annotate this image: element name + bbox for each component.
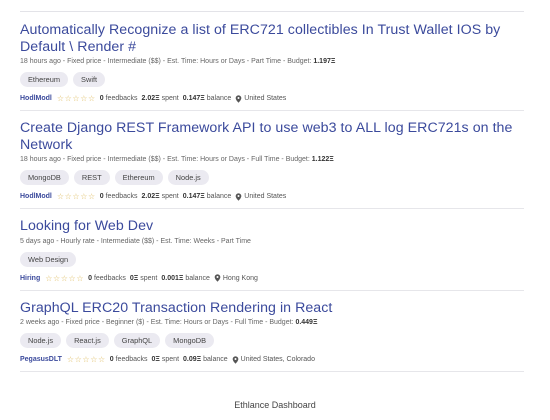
location-pin-icon: [235, 192, 242, 201]
job-meta-text: 18 hours ago - Fixed price - Intermediat…: [20, 156, 310, 163]
feedbacks-value: 0: [99, 95, 104, 102]
balance-value: 0.001Ξ: [161, 274, 184, 282]
feedbacks-value: 0: [88, 274, 92, 282]
balance-label: balance: [206, 193, 232, 200]
balance-amount: 0.147Ξ balance: [183, 192, 232, 201]
client-name-link[interactable]: HodlModl: [20, 94, 52, 103]
balance-label: balance: [185, 274, 210, 282]
job-card: Looking for Web Dev 5 days ago - Hourly …: [20, 218, 524, 291]
client-info: HodlModl ☆☆☆☆☆ 0 feedbacks 2.02Ξ spent 0…: [20, 94, 524, 103]
job-budget: 1.122Ξ: [311, 156, 334, 163]
spent-amount: 2.02Ξ spent: [142, 94, 179, 103]
job-list: Automatically Recognize a list of ERC721…: [20, 22, 524, 381]
job-meta-text: 2 weeks ago - Fixed price - Beginner ($)…: [20, 319, 294, 326]
client-info: Hiring ☆☆☆☆☆ 0 feedbacks 0Ξ spent 0.001Ξ…: [20, 274, 524, 283]
job-meta-text: 5 days ago - Hourly rate - Intermediate …: [20, 237, 251, 245]
feedbacks-value: 0: [99, 193, 104, 200]
balance-value: 0.147Ξ: [182, 193, 205, 200]
job-budget: 0.449Ξ: [295, 319, 318, 326]
skill-tag[interactable]: Swift: [73, 72, 106, 87]
feedbacks-count: 0 feedbacks: [100, 192, 138, 201]
balance-value: 0.147Ξ: [182, 95, 205, 102]
location-pin-icon: [235, 94, 242, 103]
star-rating-icon: ☆☆☆☆☆: [66, 355, 106, 364]
client-name-link[interactable]: PegasusDLT: [20, 355, 62, 364]
job-title-link[interactable]: Automatically Recognize a list of ERC721…: [20, 22, 524, 55]
job-meta: 18 hours ago - Fixed price - Intermediat…: [20, 155, 524, 164]
client-location: Hong Kong: [222, 274, 258, 282]
spent-label: spent: [140, 274, 158, 282]
client-name-link[interactable]: Hiring: [20, 274, 40, 283]
balance-label: balance: [203, 356, 228, 363]
star-rating-icon: ☆☆☆☆☆: [56, 192, 96, 201]
feedbacks-value: 0: [109, 356, 114, 363]
spent-value: 0Ξ: [129, 274, 139, 282]
job-meta: 5 days ago - Hourly rate - Intermediate …: [20, 237, 524, 246]
feedbacks-label: feedbacks: [105, 95, 138, 102]
balance-value: 0.09Ξ: [183, 356, 202, 363]
feedbacks-label: feedbacks: [105, 193, 138, 200]
job-meta-text: 18 hours ago - Fixed price - Intermediat…: [20, 58, 312, 65]
job-meta: 18 hours ago - Fixed price - Intermediat…: [20, 57, 524, 66]
job-title-link[interactable]: Create Django REST Framework API to use …: [20, 120, 524, 153]
feedbacks-label: feedbacks: [115, 356, 148, 363]
skill-tag[interactable]: MongoDB: [20, 170, 69, 185]
skill-tags: Web Design: [20, 251, 524, 267]
spent-value: 2.02Ξ: [141, 95, 160, 102]
client-location: United States: [244, 193, 287, 200]
feedbacks-count: 0 feedbacks: [110, 355, 148, 364]
skill-tag[interactable]: Web Design: [20, 251, 77, 267]
skill-tag[interactable]: MongoDB: [165, 333, 215, 348]
balance-label: balance: [206, 95, 232, 102]
skill-tag[interactable]: GraphQL: [113, 333, 161, 348]
skill-tag[interactable]: Node.js: [167, 170, 209, 185]
job-card: Automatically Recognize a list of ERC721…: [20, 22, 524, 111]
star-rating-icon: ☆☆☆☆☆: [56, 94, 96, 103]
location-pin-icon: [232, 355, 238, 364]
spent-amount: 0Ξ spent: [152, 355, 179, 364]
job-title-link[interactable]: Looking for Web Dev: [20, 218, 524, 235]
balance-amount: 0.09Ξ balance: [183, 355, 228, 364]
spent-value: 0Ξ: [151, 356, 160, 363]
job-title-link[interactable]: GraphQL ERC20 Transaction Rendering in R…: [20, 300, 524, 317]
page-caption: Ethlance Dashboard: [234, 400, 316, 410]
skill-tag[interactable]: Node.js: [20, 333, 62, 348]
skill-tag[interactable]: REST: [73, 170, 110, 185]
balance-amount: 0.147Ξ balance: [183, 94, 232, 103]
spent-label: spent: [161, 356, 180, 363]
spent-value: 2.02Ξ: [141, 193, 160, 200]
spent-amount: 0Ξ spent: [130, 274, 157, 283]
job-card: GraphQL ERC20 Transaction Rendering in R…: [20, 300, 524, 372]
job-budget: 1.197Ξ: [313, 58, 336, 65]
spent-label: spent: [161, 95, 179, 102]
location-pin-icon: [214, 274, 221, 282]
top-divider: [20, 11, 524, 12]
skill-tag[interactable]: Ethereum: [114, 170, 163, 185]
spent-amount: 2.02Ξ spent: [142, 192, 179, 201]
feedbacks-label: feedbacks: [93, 274, 126, 282]
client-location: United States, Colorado: [240, 356, 315, 363]
client-location: United States: [244, 95, 287, 102]
skill-tags: Ethereum Swift: [20, 72, 524, 87]
client-info: HodlModl ☆☆☆☆☆ 0 feedbacks 2.02Ξ spent 0…: [20, 192, 524, 201]
job-card: Create Django REST Framework API to use …: [20, 120, 524, 209]
feedbacks-count: 0 feedbacks: [100, 94, 138, 103]
client-info: PegasusDLT ☆☆☆☆☆ 0 feedbacks 0Ξ spent 0.…: [20, 355, 524, 364]
feedbacks-count: 0 feedbacks: [88, 274, 126, 283]
client-name-link[interactable]: HodlModl: [20, 192, 52, 201]
balance-amount: 0.001Ξ balance: [161, 274, 210, 283]
skill-tag[interactable]: Ethereum: [20, 72, 69, 87]
spent-label: spent: [161, 193, 179, 200]
star-rating-icon: ☆☆☆☆☆: [45, 273, 85, 283]
skill-tags: MongoDB REST Ethereum Node.js: [20, 170, 524, 185]
job-meta: 2 weeks ago - Fixed price - Beginner ($)…: [20, 318, 524, 327]
skill-tag[interactable]: React.js: [66, 333, 109, 348]
skill-tags: Node.js React.js GraphQL MongoDB: [20, 333, 524, 348]
